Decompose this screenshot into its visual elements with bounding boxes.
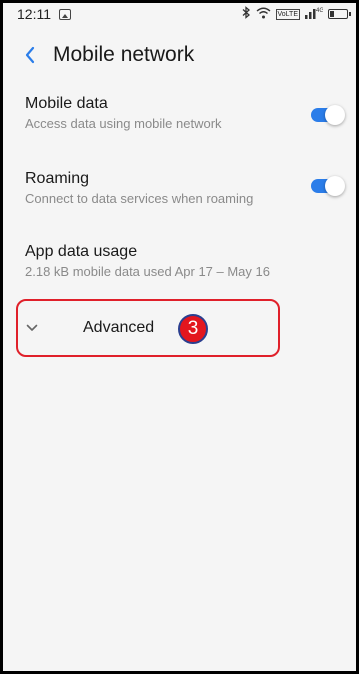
status-icons: VoLTE 4G — [242, 6, 351, 22]
advanced-label: Advanced — [83, 319, 155, 336]
roaming-setting[interactable]: Roaming Connect to data services when ro… — [25, 169, 345, 208]
mobile-data-subtitle: Access data using mobile network — [25, 116, 222, 131]
roaming-toggle[interactable] — [311, 176, 345, 196]
app-data-usage-title: App data usage — [25, 243, 138, 260]
toggle-knob — [325, 105, 345, 125]
roaming-title: Roaming — [25, 170, 90, 187]
network-type-label: 4G — [316, 8, 323, 14]
step-number-badge: 3 — [178, 314, 208, 344]
roaming-subtitle: Connect to data services when roaming — [25, 191, 254, 206]
bluetooth-icon — [242, 6, 251, 22]
back-button[interactable] — [17, 40, 43, 70]
advanced-section-toggle[interactable]: Advanced — [25, 313, 255, 343]
mobile-data-toggle[interactable] — [311, 105, 345, 125]
app-data-usage-subtitle: 2.18 kB mobile data used Apr 17 – May 16 — [25, 264, 270, 279]
mobile-data-setting[interactable]: Mobile data Access data using mobile net… — [25, 94, 345, 133]
status-time: 12:11 — [17, 6, 51, 22]
page-title: Mobile network — [53, 43, 195, 66]
chevron-down-icon — [25, 321, 39, 335]
chevron-left-icon — [25, 46, 35, 64]
mobile-data-title: Mobile data — [25, 95, 108, 112]
battery-icon — [328, 9, 351, 19]
app-data-usage-setting[interactable]: App data usage 2.18 kB mobile data used … — [25, 242, 345, 281]
volte-icon: VoLTE — [275, 8, 300, 20]
gallery-icon — [59, 8, 71, 20]
wifi-icon — [256, 7, 271, 22]
toggle-knob — [325, 176, 345, 196]
signal-icon: 4G — [305, 6, 324, 22]
app-bar: Mobile network — [3, 33, 356, 77]
phone-screen: 12:11 VoLTE 4G — [0, 0, 359, 674]
status-bar: 12:11 VoLTE 4G — [3, 3, 356, 25]
